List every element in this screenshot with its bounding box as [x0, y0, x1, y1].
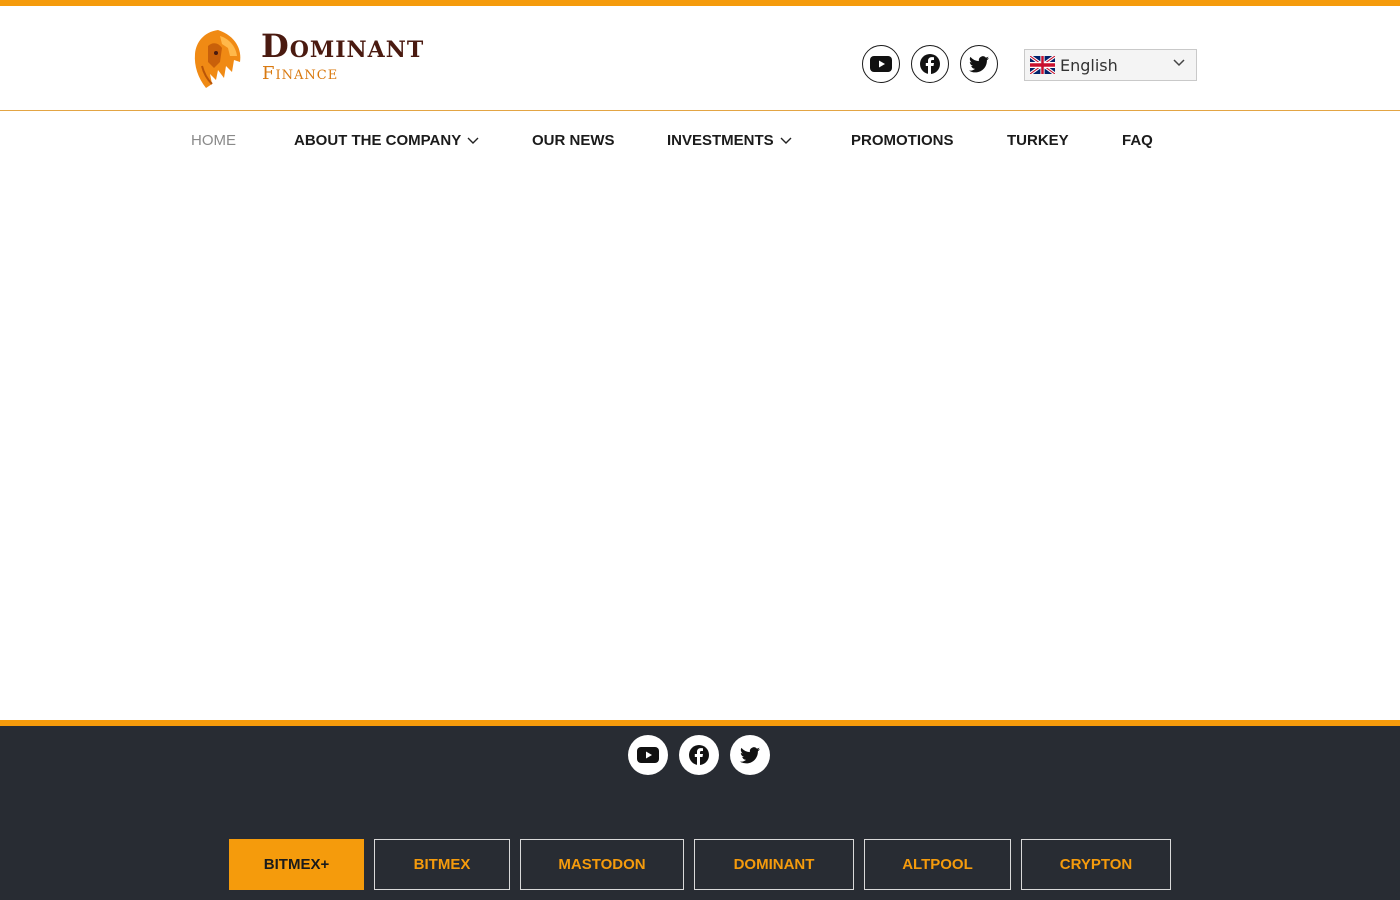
header-social-links — [862, 45, 998, 83]
nav-item-label: ABOUT THE COMPANY — [294, 132, 462, 149]
nav-item-faq[interactable]: FAQ — [1122, 132, 1153, 149]
facebook-link[interactable] — [911, 45, 949, 83]
youtube-icon — [637, 747, 659, 763]
chevron-down-icon — [467, 137, 479, 144]
logo-title: Dominant — [261, 27, 425, 65]
nav-item-label: HOME — [191, 132, 236, 149]
language-select[interactable]: English — [1024, 49, 1197, 81]
twitter-link[interactable] — [730, 735, 770, 775]
chevron-down-icon — [780, 137, 792, 144]
footer-social-links — [628, 735, 770, 775]
site-header: Dominant Finance English — [0, 6, 1400, 111]
twitter-icon — [969, 55, 989, 72]
nav-item-investments[interactable]: INVESTMENTS — [667, 132, 792, 149]
nav-item-label: PROMOTIONS — [851, 132, 954, 149]
nav-item-turkey[interactable]: TURKEY — [1007, 132, 1069, 149]
uk-flag-icon — [1030, 56, 1055, 74]
youtube-link[interactable] — [628, 735, 668, 775]
youtube-icon — [870, 56, 892, 72]
nav-item-home[interactable]: HOME — [191, 132, 236, 149]
nav-item-label: FAQ — [1122, 132, 1153, 149]
twitter-icon — [740, 746, 760, 763]
youtube-link[interactable] — [862, 45, 900, 83]
tab-bitmex[interactable]: BITMEX — [374, 839, 510, 890]
facebook-icon — [920, 54, 940, 74]
tab-dominant[interactable]: DOMINANT — [694, 839, 854, 890]
nav-item-our-news[interactable]: OUR NEWS — [532, 132, 615, 149]
twitter-link[interactable] — [960, 45, 998, 83]
language-label: English — [1060, 55, 1118, 75]
nav-item-label: OUR NEWS — [532, 132, 615, 149]
nav-item-promotions[interactable]: PROMOTIONS — [851, 132, 954, 149]
tab-crypton[interactable]: CRYPTON — [1021, 839, 1171, 890]
facebook-link[interactable] — [679, 735, 719, 775]
nav-item-about-the-company[interactable]: ABOUT THE COMPANY — [294, 132, 479, 149]
logo-subtitle: Finance — [262, 63, 339, 84]
nav-item-label: INVESTMENTS — [667, 132, 774, 149]
tab-mastodon[interactable]: MASTODON — [520, 839, 684, 890]
site-footer: BITMEX+ BITMEX MASTODON DOMINANT ALTPOOL… — [0, 720, 1400, 900]
tab-altpool[interactable]: ALTPOOL — [864, 839, 1011, 890]
chevron-down-icon — [1173, 59, 1185, 67]
footer-accent-bar — [0, 720, 1400, 726]
site-logo[interactable]: Dominant Finance — [190, 26, 490, 96]
facebook-icon — [689, 745, 709, 765]
project-tabs: BITMEX+ BITMEX MASTODON DOMINANT ALTPOOL… — [229, 839, 1171, 890]
main-navigation: HOME ABOUT THE COMPANY OUR NEWS INVESTME… — [0, 111, 1400, 169]
lion-logo-icon — [194, 30, 241, 88]
nav-item-label: TURKEY — [1007, 132, 1069, 149]
tab-bitmex-plus[interactable]: BITMEX+ — [229, 839, 364, 890]
